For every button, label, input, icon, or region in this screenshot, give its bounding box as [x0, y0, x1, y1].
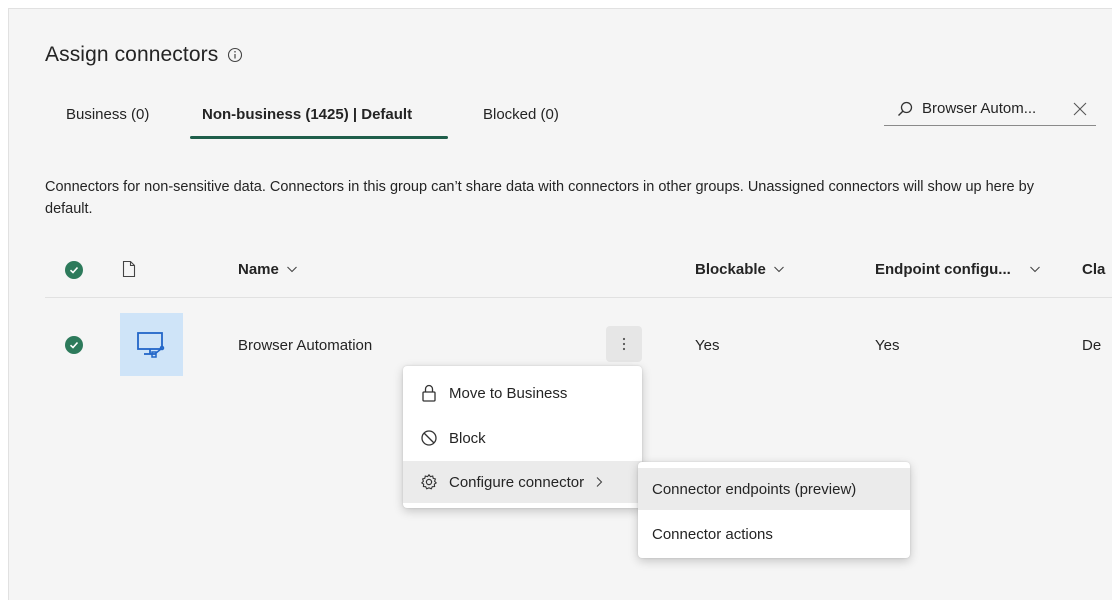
menu-item-block[interactable]: Block: [403, 417, 642, 459]
close-icon[interactable]: [1072, 101, 1088, 117]
menu-item-move-to-business[interactable]: Move to Business: [403, 372, 642, 414]
context-menu: Move to Business Block Configure connect…: [403, 366, 642, 508]
search-box[interactable]: Browser Autom...: [884, 92, 1096, 126]
page-title-text: Assign connectors: [45, 43, 219, 66]
submenu-item-connector-actions[interactable]: Connector actions: [638, 513, 910, 555]
submenu-item-connector-endpoints[interactable]: Connector endpoints (preview): [638, 468, 910, 510]
checkmark-icon: [69, 266, 79, 274]
column-header-endpoint[interactable]: Endpoint configu...: [875, 254, 1041, 284]
gear-icon: [419, 472, 439, 492]
browser-automation-icon: [136, 331, 164, 358]
connector-logo: [120, 313, 183, 376]
configure-submenu: Connector endpoints (preview) Connector …: [638, 462, 910, 558]
chevron-right-icon: [594, 476, 604, 488]
blockable-value: Yes: [695, 337, 720, 354]
info-icon[interactable]: [227, 47, 243, 63]
column-header-blockable-label: Blockable: [695, 260, 766, 278]
block-icon: [419, 428, 439, 448]
connector-name[interactable]: Browser Automation: [238, 337, 372, 354]
menu-item-label: Block: [449, 429, 486, 447]
tab-non-business[interactable]: Non-business (1425) | Default: [202, 106, 412, 123]
menu-item-label: Configure connector: [449, 473, 585, 491]
column-header-blockable[interactable]: Blockable: [695, 254, 785, 284]
chevron-down-icon: [773, 263, 785, 275]
more-vertical-icon: [622, 337, 626, 351]
page-title: Assign connectors: [45, 43, 243, 67]
active-tab-indicator: [190, 136, 448, 139]
search-input[interactable]: Browser Autom...: [922, 100, 1036, 117]
menu-item-configure-connector[interactable]: Configure connector: [403, 461, 642, 503]
chevron-down-icon: [286, 263, 298, 275]
menu-item-label: Move to Business: [449, 384, 568, 402]
group-description: Connectors for non-sensitive data. Conne…: [45, 179, 1034, 217]
tab-business[interactable]: Business (0): [66, 106, 149, 123]
row-checkbox[interactable]: [65, 336, 83, 354]
submenu-item-label: Connector actions: [652, 525, 773, 543]
checkmark-icon: [69, 341, 79, 349]
more-options-button[interactable]: [606, 326, 642, 362]
tab-blocked[interactable]: Blocked (0): [483, 106, 559, 123]
column-header-class[interactable]: Cla: [1082, 254, 1105, 284]
column-header-class-label: Cla: [1082, 260, 1106, 278]
column-header-name[interactable]: Name: [238, 254, 298, 284]
column-header-endpoint-label: Endpoint configu...: [875, 260, 1011, 278]
class-value: De: [1082, 337, 1102, 354]
select-all-checkbox[interactable]: [65, 261, 83, 279]
column-header-name-label: Name: [238, 260, 279, 278]
submenu-item-label: Connector endpoints (preview): [652, 480, 857, 498]
chevron-down-icon: [1029, 263, 1041, 275]
search-icon: [896, 100, 914, 118]
file-type-icon: [122, 260, 136, 278]
endpoint-value: Yes: [875, 337, 900, 354]
lock-icon: [419, 383, 439, 403]
header-divider: [45, 297, 1112, 298]
